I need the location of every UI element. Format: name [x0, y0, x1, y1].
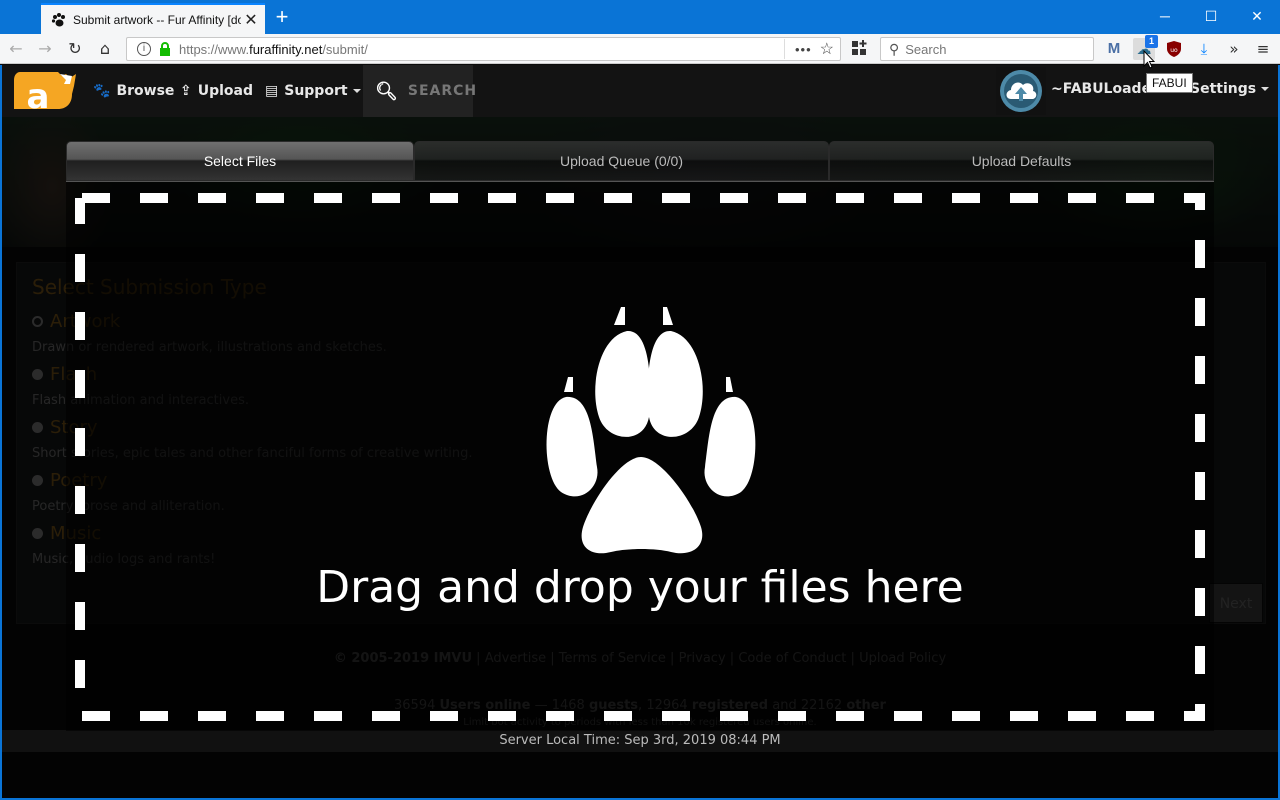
library-icon[interactable] — [851, 39, 869, 57]
support-icon: ▤ — [265, 83, 279, 99]
maximize-button[interactable]: ☐ — [1188, 0, 1234, 32]
avatar[interactable] — [996, 67, 1046, 115]
paw-icon — [546, 307, 756, 554]
extension-badge: 1 — [1145, 35, 1158, 48]
nav-upload[interactable]: ⇪ Upload — [180, 79, 253, 103]
tab-upload-defaults[interactable]: Upload Defaults — [829, 141, 1214, 181]
uploader-tabs: Select Files Upload Queue (0/0) Upload D… — [66, 141, 1214, 181]
search-placeholder: Search — [905, 41, 947, 57]
fabui-avatar-icon — [1000, 70, 1042, 112]
bookmark-star-icon[interactable]: ☆ — [820, 39, 834, 59]
search-icon: ⚲ — [889, 40, 900, 57]
new-tab-button[interactable]: + — [270, 5, 294, 29]
forward-icon[interactable]: → — [34, 38, 56, 60]
extension-tooltip: FABUI — [1146, 73, 1193, 93]
browser-tab[interactable]: Submit artwork -- Fur Affinity [dot] net… — [41, 3, 265, 34]
chevron-down-icon — [1261, 87, 1270, 91]
nav-search-label: SEARCH — [407, 83, 478, 99]
site-navbar: a 🐾 Browse ⇪ Upload ▤ Support 🔍︎ SEARCH — [2, 65, 1278, 117]
nav-browse[interactable]: 🐾 Browse — [93, 79, 174, 103]
overflow-menu-icon[interactable]: » — [1223, 38, 1245, 60]
mouse-cursor-icon — [1143, 50, 1155, 69]
nav-support-label: Support — [284, 83, 348, 99]
search-icon: 🔍︎ — [375, 80, 399, 102]
paw-icon: 🐾 — [93, 83, 111, 99]
url-bar[interactable]: i https://www.furaffinity.net/submit/ ••… — [126, 37, 841, 61]
close-tab-icon[interactable]: ✕ — [241, 10, 261, 30]
dropzone-instruction: Drag and drop your files here — [316, 562, 964, 613]
fabui-uploader: Select Files Upload Queue (0/0) Upload D… — [66, 141, 1214, 731]
url-separator — [784, 39, 785, 59]
nav-upload-label: Upload — [197, 83, 254, 99]
svg-text:a: a — [27, 77, 50, 109]
settings-menu[interactable]: Settings — [1190, 81, 1270, 97]
close-window-button[interactable]: ✕ — [1234, 0, 1280, 32]
minimize-button[interactable]: ─ — [1142, 0, 1188, 32]
browser-search-input[interactable]: ⚲ Search — [880, 37, 1094, 61]
nav-browse-label: Browse — [116, 83, 175, 99]
lock-icon — [160, 42, 170, 56]
gmail-extension-icon[interactable]: M — [1103, 38, 1125, 60]
home-icon[interactable]: ⌂ — [94, 38, 116, 60]
page-actions-icon[interactable]: ••• — [795, 42, 812, 57]
hamburger-menu-icon[interactable]: ≡ — [1252, 38, 1274, 60]
upload-icon: ⇪ — [180, 83, 192, 99]
settings-label: Settings — [1190, 81, 1257, 97]
site-logo[interactable]: a — [14, 72, 76, 109]
url-text: https://www.furaffinity.net/submit/ — [179, 41, 368, 57]
nav-support[interactable]: ▤ Support — [265, 79, 361, 103]
chevron-down-icon — [352, 89, 361, 93]
nav-search-button[interactable]: 🔍︎ SEARCH — [363, 65, 476, 117]
browser-toolbar: ← → ↻ ⌂ i https://www.furaffinity.net/su… — [0, 34, 1280, 64]
tab-upload-queue[interactable]: Upload Queue (0/0) — [414, 141, 829, 181]
back-icon[interactable]: ← — [5, 38, 27, 60]
downloads-icon[interactable]: ⤓ — [1193, 38, 1215, 60]
ublock-extension-icon[interactable]: uo — [1163, 38, 1185, 60]
info-icon[interactable]: i — [137, 42, 151, 56]
svg-text:uo: uo — [1170, 47, 1178, 54]
file-dropzone[interactable]: Drag and drop your files here — [66, 181, 1214, 731]
username-link[interactable]: ~FABULoader — [1051, 81, 1158, 97]
browser-titlebar: Submit artwork -- Fur Affinity [dot] net… — [0, 0, 1280, 34]
paw-favicon-icon — [51, 12, 65, 26]
reload-icon[interactable]: ↻ — [64, 38, 86, 60]
tab-select-files[interactable]: Select Files — [66, 141, 414, 181]
tab-title: Submit artwork -- Fur Affinity [dot] net — [73, 12, 241, 27]
server-time: Server Local Time: Sep 3rd, 2019 08:44 P… — [2, 730, 1278, 752]
